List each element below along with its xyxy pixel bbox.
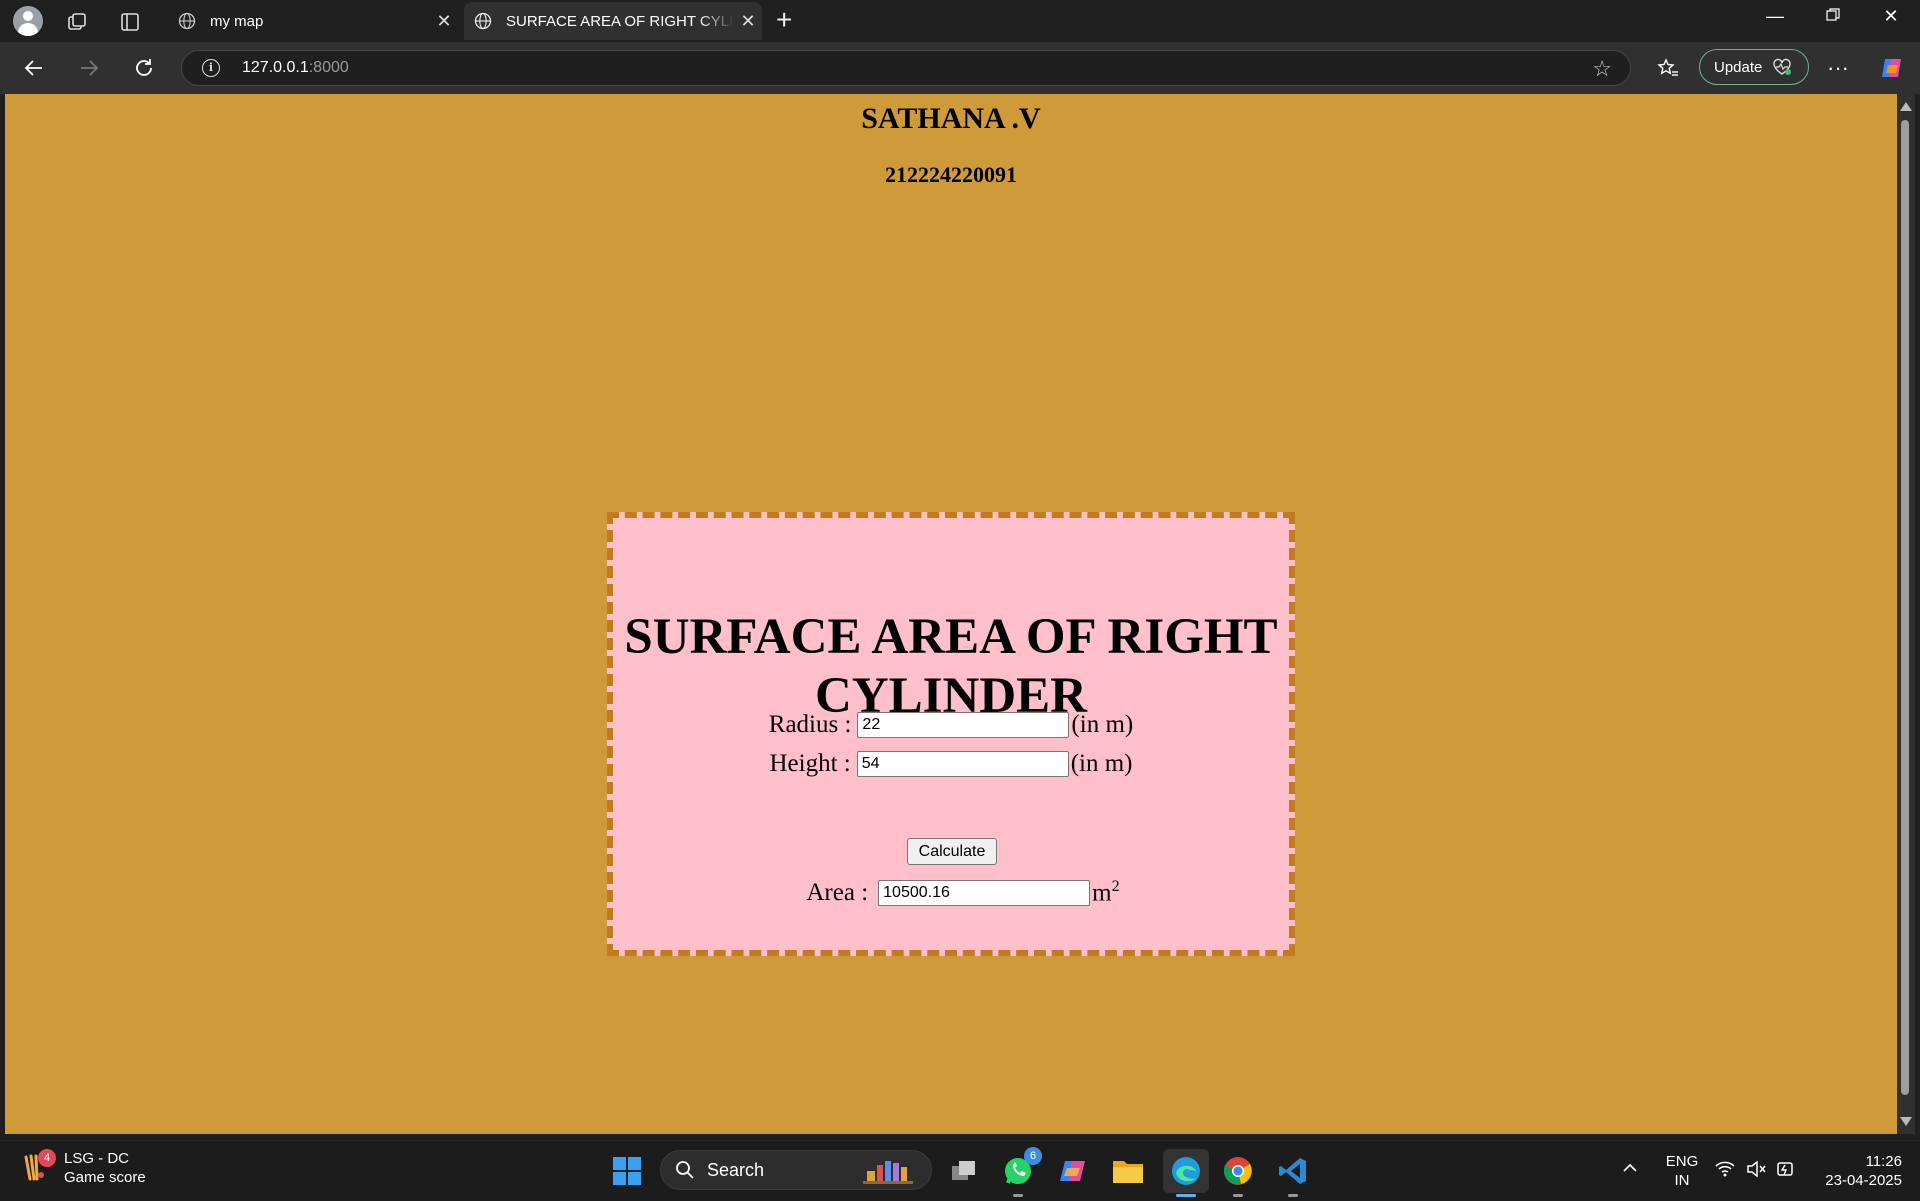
refresh-icon[interactable] [128, 52, 160, 84]
radius-row: Radius : (in m) [613, 711, 1289, 739]
scroll-up-icon[interactable] [1900, 102, 1912, 111]
browser-toolbar: i 127.0.0.1:8000 ☆ Update ··· [0, 42, 1920, 94]
close-icon[interactable]: ✕ [430, 11, 458, 32]
radius-unit: (in m) [1071, 711, 1134, 738]
area-unit-text: m [1092, 879, 1112, 907]
task-view-icon[interactable] [944, 1151, 984, 1191]
page-title: SURFACE AREA OF RIGHT CYLINDER [624, 609, 1278, 724]
copilot-icon[interactable] [1876, 52, 1908, 84]
vertical-tabs-icon[interactable] [116, 8, 144, 36]
area-row: Area : m2 [625, 878, 1301, 907]
file-explorer-icon[interactable] [1108, 1151, 1148, 1191]
whatsapp-running-indicator [1013, 1194, 1023, 1197]
volume-muted-icon[interactable] [1746, 1160, 1766, 1182]
start-button[interactable] [607, 1151, 647, 1191]
browser-title-bar: my map ✕ SURFACE AREA OF RIGHT CYLINDER … [0, 0, 1920, 42]
calculator-card: SURFACE AREA OF RIGHT CYLINDER Radius : … [607, 512, 1295, 956]
radius-label: Radius : [768, 711, 852, 738]
url-host: 127.0.0.1 [242, 59, 309, 76]
forward-arrow-icon[interactable] [73, 52, 105, 84]
student-name: SATHANA .V [861, 102, 1041, 135]
tab-surface-area[interactable]: SURFACE AREA OF RIGHT CYLINDER ✕ [464, 2, 762, 40]
search-label: Search [707, 1159, 765, 1180]
url-text[interactable]: 127.0.0.1:8000 [242, 59, 349, 77]
scrollbar-thumb[interactable] [1901, 120, 1909, 1095]
copilot-app-icon[interactable] [1053, 1151, 1093, 1191]
wifi-icon[interactable] [1715, 1161, 1735, 1182]
taskbar-search[interactable]: Search [660, 1150, 932, 1190]
address-bar[interactable]: i 127.0.0.1:8000 ☆ [181, 50, 1631, 86]
close-window-button[interactable]: ✕ [1871, 6, 1911, 27]
favorite-star-icon[interactable]: ☆ [1592, 56, 1612, 82]
minimize-button[interactable]: — [1755, 6, 1795, 27]
height-row: Height : (in m) [613, 750, 1289, 778]
vscode-running-indicator [1288, 1194, 1298, 1197]
edge-icon[interactable] [1163, 1149, 1209, 1193]
search-icon [676, 1161, 694, 1179]
tab-title: my map [210, 12, 264, 30]
new-tab-button[interactable]: + [776, 6, 792, 34]
height-label: Height : [769, 750, 851, 777]
area-unit-superscript: 2 [1111, 878, 1120, 895]
chrome-icon[interactable] [1218, 1151, 1258, 1191]
whatsapp-badge: 6 [1024, 1147, 1042, 1165]
area-label: Area : [806, 878, 869, 906]
clock-time: 11:26 [1865, 1153, 1902, 1170]
widget-badge: 4 [38, 1149, 56, 1167]
height-input[interactable] [856, 751, 1069, 777]
sports-widget[interactable]: 4 LSG - DC Game score [22, 1149, 146, 1187]
whatsapp-icon[interactable]: 6 [998, 1147, 1042, 1191]
update-label: Update [1714, 58, 1763, 76]
back-arrow-icon[interactable] [18, 52, 50, 84]
restore-button[interactable] [1813, 6, 1853, 27]
profile-avatar[interactable] [13, 6, 43, 36]
windows-taskbar: 4 LSG - DC Game score Search 6 ENG IN 11… [0, 1140, 1920, 1201]
calculate-button[interactable]: Calculate [907, 838, 997, 865]
update-button[interactable]: Update [1699, 49, 1809, 85]
workspaces-icon[interactable] [63, 8, 91, 36]
globe-icon [178, 12, 196, 30]
language-line-2: IN [1674, 1172, 1690, 1189]
edge-active-indicator [1176, 1194, 1196, 1197]
vscode-icon[interactable] [1273, 1151, 1313, 1191]
globe-icon [474, 12, 492, 30]
height-unit: (in m) [1070, 750, 1133, 777]
site-info-icon[interactable]: i [202, 59, 220, 77]
area-unit: m2 [1092, 878, 1119, 907]
page-scrollbar[interactable] [1897, 94, 1915, 1134]
area-output[interactable] [878, 879, 1091, 906]
clock[interactable]: 11:26 23-04-2025 [1812, 1152, 1902, 1190]
cricket-icon: 4 [22, 1149, 56, 1183]
tab-title: SURFACE AREA OF RIGHT CYLINDER [506, 12, 734, 30]
battery-charging-icon[interactable] [1776, 1160, 1796, 1183]
language-line-1: ENG [1665, 1153, 1699, 1170]
radius-input[interactable] [857, 712, 1070, 738]
close-icon[interactable]: ✕ [734, 11, 762, 32]
show-hidden-icons-chevron-icon[interactable] [1622, 1159, 1638, 1178]
heartbeat-icon [1772, 58, 1792, 76]
language-indicator[interactable]: ENG IN [1664, 1152, 1700, 1190]
widget-title: LSG - DC [64, 1150, 130, 1167]
widget-subtitle: Game score [64, 1169, 146, 1186]
student-id: 212224220091 [885, 162, 1017, 187]
more-options-icon[interactable]: ··· [1822, 52, 1854, 84]
search-highlight-icon [863, 1157, 921, 1185]
url-port: :8000 [308, 59, 349, 76]
tab-my-map[interactable]: my map ✕ [168, 2, 458, 40]
chrome-running-indicator [1233, 1194, 1243, 1197]
clock-date: 23-04-2025 [1825, 1172, 1902, 1189]
scroll-down-icon[interactable] [1900, 1117, 1912, 1126]
page-viewport: SATHANA .V 212224220091 SURFACE AREA OF … [5, 94, 1897, 1134]
favorites-icon[interactable] [1652, 52, 1684, 84]
